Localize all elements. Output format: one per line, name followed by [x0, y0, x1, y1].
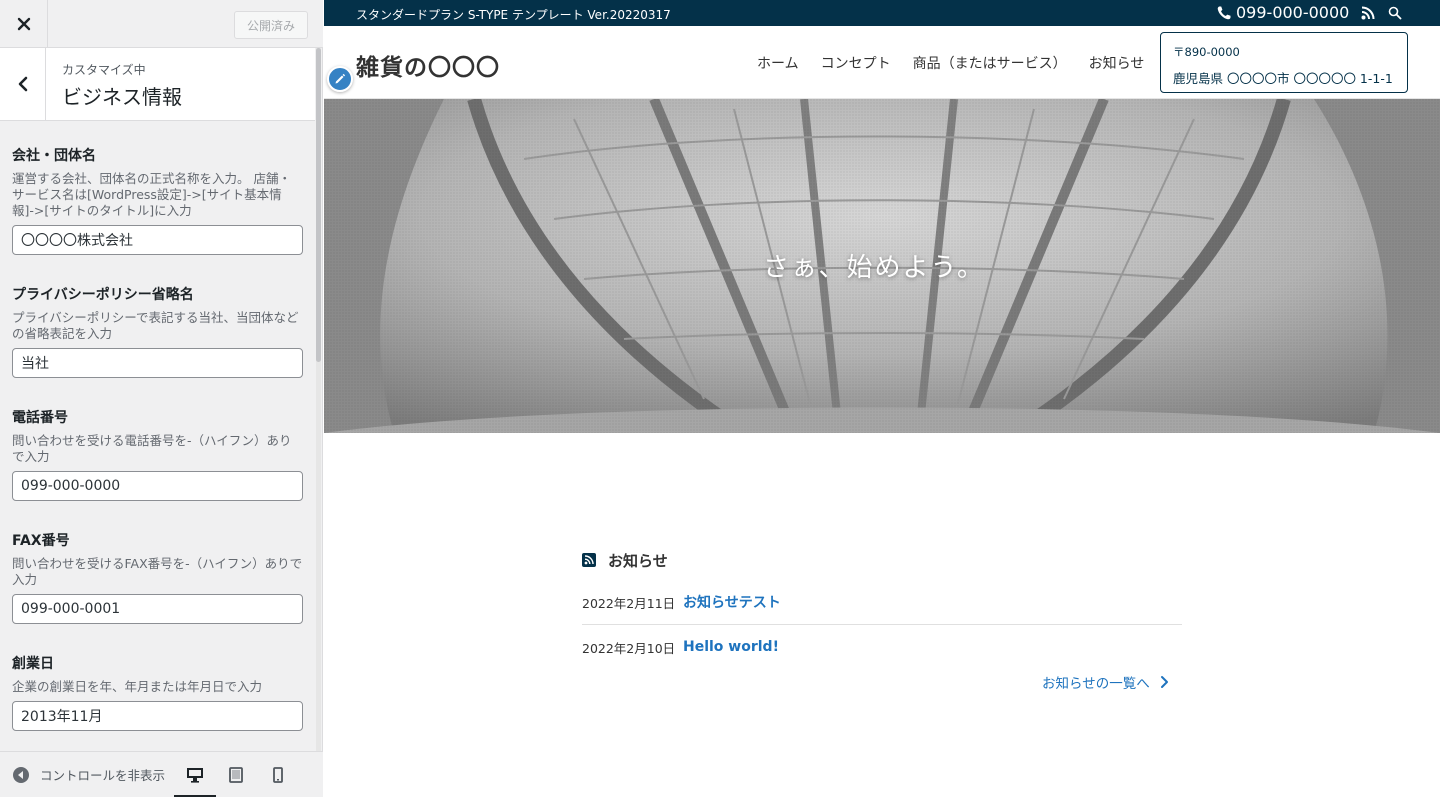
company-name-input[interactable] [12, 225, 303, 255]
close-customizer-button[interactable] [0, 0, 48, 48]
site-header: 雑貨の〇〇〇 ホーム コンセプト 商品（またはサービス） お知らせ 〒890-0… [324, 26, 1440, 99]
fax-number-control: FAX番号 問い合わせを受けるFAX番号を-（ハイフン）ありで入力 [12, 532, 303, 624]
pencil-icon [335, 73, 346, 84]
control-label: プライバシーポリシー省略名 [12, 287, 194, 303]
news-item: 2022年2月10日 Hello world! [582, 625, 1182, 669]
control-description: 企業の創業日を年、年月または年月日で入力 [12, 679, 263, 694]
rss-icon [582, 553, 596, 567]
close-icon [17, 17, 30, 31]
news-more-link[interactable]: お知らせの一覧へ [1042, 672, 1169, 692]
preview-tablet-button[interactable] [222, 762, 250, 788]
address-line: 鹿児島県 〇〇〇〇市 〇〇〇〇〇 1-1-1 [1173, 71, 1393, 86]
news-header: お知らせ [582, 548, 1182, 572]
phone-number-control: 電話番号 問い合わせを受ける電話番号を-（ハイフン）ありで入力 [12, 409, 303, 501]
desktop-icon [187, 768, 203, 783]
control-label: FAX番号 [12, 533, 70, 549]
tablet-icon [229, 767, 243, 783]
edit-shortcut-button[interactable] [327, 66, 353, 92]
customizer-footer: コントロールを非表示 [0, 751, 323, 797]
phone-icon [1217, 6, 1231, 19]
search-icon[interactable] [1388, 6, 1402, 20]
nav-item-news[interactable]: お知らせ [1089, 53, 1145, 73]
main-nav: ホーム コンセプト 商品（またはサービス） お知らせ [757, 53, 1166, 73]
phone-number-input[interactable] [12, 471, 303, 501]
site-logo[interactable]: 雑貨の〇〇〇 [356, 48, 500, 82]
control-description: 問い合わせを受けるFAX番号を-（ハイフン）ありで入力 [12, 556, 303, 587]
news-date: 2022年2月11日 [582, 595, 676, 611]
back-button[interactable] [0, 48, 46, 120]
control-label: 会社・団体名 [12, 148, 96, 164]
privacy-short-name-control: プライバシーポリシー省略名 プライバシーポリシーで表記する当社、当団体などの省略… [12, 286, 303, 378]
scrollbar-thumb[interactable] [316, 48, 321, 362]
customizer-sidebar: 公開済み カスタマイズ中 ビジネス情報 会社・団体名 運営する会社、団体名の正式… [0, 0, 323, 797]
nav-item-concept[interactable]: コンセプト [821, 53, 891, 73]
news-section: お知らせ 2022年2月11日 お知らせテスト 2022年2月10日 Hello… [582, 548, 1182, 692]
header-phone[interactable]: 099-000-0000 [1216, 3, 1349, 22]
founding-date-input[interactable] [12, 701, 303, 731]
hero-copy: さぁ、始めよう。 [763, 253, 985, 283]
hero-image: さぁ、始めよう。 [324, 99, 1440, 433]
founding-date-control: 創業日 企業の創業日を年、年月または年月日で入力 [12, 655, 303, 731]
publish-button[interactable]: 公開済み [234, 11, 308, 39]
preview-mobile-button[interactable] [264, 762, 292, 788]
news-date: 2022年2月10日 [582, 640, 676, 656]
section-header: カスタマイズ中 ビジネス情報 [0, 48, 315, 121]
site-topbar: スタンダードプラン S-TYPE テンプレート Ver.20220317 099… [324, 0, 1440, 26]
arrow-left-circle-icon [13, 766, 29, 783]
news-title: お知らせ [608, 551, 668, 570]
site-tagline: スタンダードプラン S-TYPE テンプレート Ver.20220317 [356, 8, 671, 22]
address-box: 〒890-0000 鹿児島県 〇〇〇〇市 〇〇〇〇〇 1-1-1 [1160, 32, 1408, 93]
site-preview: スタンダードプラン S-TYPE テンプレート Ver.20220317 099… [324, 0, 1440, 797]
section-title: ビジネス情報 [62, 85, 182, 109]
collapse-controls-label: コントロールを非表示 [40, 768, 166, 783]
nav-item-products[interactable]: 商品（またはサービス） [913, 53, 1067, 73]
control-description: 問い合わせを受ける電話番号を-（ハイフン）ありで入力 [12, 433, 292, 464]
company-name-control: 会社・団体名 運営する会社、団体名の正式名称を入力。 店舗・サービス名は[Wor… [12, 147, 303, 255]
collapse-controls-button[interactable]: コントロールを非表示 [12, 765, 165, 784]
privacy-short-name-input[interactable] [12, 348, 303, 378]
control-description: 運営する会社、団体名の正式名称を入力。 店舗・サービス名は[WordPress設… [12, 171, 291, 218]
control-label: 電話番号 [12, 410, 68, 426]
customizer-header: 公開済み [0, 0, 323, 48]
chevron-right-icon [1160, 676, 1168, 688]
control-label: 創業日 [12, 656, 54, 672]
control-description: プライバシーポリシーで表記する当社、当団体などの省略表記を入力 [12, 310, 299, 341]
news-more-label: お知らせの一覧へ [1042, 676, 1150, 692]
news-link[interactable]: お知らせテスト [683, 592, 781, 612]
news-item: 2022年2月11日 お知らせテスト [582, 580, 1182, 624]
address-zip: 〒890-0000 [1173, 45, 1240, 59]
header-phone-number: 099-000-0000 [1236, 3, 1350, 22]
rss-icon[interactable] [1361, 6, 1375, 20]
mobile-icon [273, 767, 283, 783]
section-subtitle: カスタマイズ中 [62, 63, 146, 77]
news-link[interactable]: Hello world! [683, 639, 779, 655]
preview-desktop-button[interactable] [181, 762, 209, 788]
nav-item-home[interactable]: ホーム [757, 53, 799, 73]
controls-panel: 会社・団体名 運営する会社、団体名の正式名称を入力。 店舗・サービス名は[Wor… [0, 121, 315, 751]
chevron-left-icon [18, 76, 27, 92]
fax-number-input[interactable] [12, 594, 303, 624]
